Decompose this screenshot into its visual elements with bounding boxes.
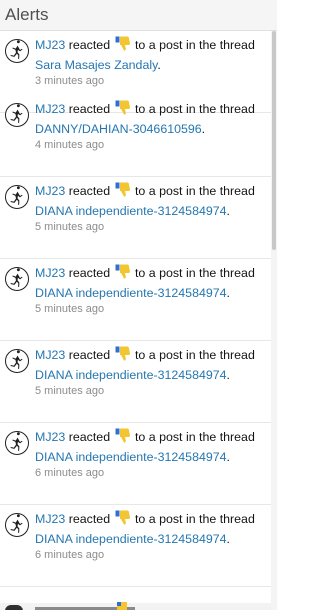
- alerts-header: Alerts: [0, 0, 277, 31]
- alert-thread-link[interactable]: DIANA independiente-3124584974: [35, 450, 227, 464]
- scrollbar-thumb[interactable]: [272, 31, 276, 250]
- alert-timestamp: 6 minutes ago: [35, 467, 105, 479]
- partial-avatar: [5, 605, 23, 610]
- alert-middle-text: to a post in the thread: [131, 38, 255, 52]
- avatar[interactable]: [5, 267, 29, 291]
- alert-timestamp: 5 minutes ago: [35, 303, 105, 315]
- alert-text: MJ23 reacted to a post in the thread DAN…: [35, 100, 267, 152]
- alert-verb: reacted: [65, 102, 114, 116]
- alert-text: MJ23 reacted to a post in the thread Sar…: [35, 36, 267, 88]
- alert-user-link[interactable]: MJ23: [35, 38, 65, 52]
- alert-text: MJ23 reacted to a post in the thread DIA…: [35, 346, 267, 398]
- alert-verb: reacted: [65, 38, 114, 52]
- alert-verb: reacted: [65, 184, 114, 198]
- thumbs-down-icon: [115, 182, 131, 203]
- alert-user-link[interactable]: MJ23: [35, 348, 65, 362]
- alert-verb: reacted: [65, 266, 114, 280]
- alert-end: .: [226, 449, 230, 464]
- thumbs-down-icon: [115, 346, 131, 367]
- alert-item[interactable]: MJ23 reacted to a post in the thread DIA…: [0, 259, 271, 341]
- partial-thumbs-down-cuff: [117, 602, 121, 606]
- alert-user-link[interactable]: MJ23: [35, 184, 65, 198]
- thumbs-down-icon: [115, 100, 131, 121]
- avatar[interactable]: [5, 349, 29, 373]
- alert-verb: reacted: [65, 348, 114, 362]
- alert-verb: reacted: [65, 512, 114, 526]
- alert-user-link[interactable]: MJ23: [35, 512, 65, 526]
- alert-end: .: [226, 203, 230, 218]
- alert-end: .: [226, 367, 230, 382]
- thumbs-down-icon: [115, 510, 131, 531]
- alert-user-link[interactable]: MJ23: [35, 430, 65, 444]
- alert-thread-link[interactable]: DANNY/DAHIAN-3046610596: [35, 122, 202, 136]
- thumbs-down-icon: [115, 36, 131, 57]
- avatar[interactable]: [5, 185, 29, 209]
- alerts-title: Alerts: [5, 5, 49, 24]
- alert-user-link[interactable]: MJ23: [35, 266, 65, 280]
- alert-text: MJ23 reacted to a post in the thread DIA…: [35, 264, 267, 316]
- avatar[interactable]: [5, 513, 29, 537]
- thumbs-down-icon: [115, 428, 131, 449]
- thumbs-down-icon: [115, 264, 131, 285]
- avatar[interactable]: [5, 431, 29, 455]
- alert-item[interactable]: MJ23 reacted to a post in the thread DIA…: [0, 423, 271, 505]
- alert-item[interactable]: MJ23 reacted to a post in the thread DAN…: [0, 95, 271, 177]
- avatar[interactable]: [5, 103, 29, 127]
- alert-user-link[interactable]: MJ23: [35, 102, 65, 116]
- avatar[interactable]: [5, 39, 29, 63]
- alert-text: MJ23 reacted to a post in the thread DIA…: [35, 182, 267, 234]
- alert-thread-link[interactable]: DIANA independiente-3124584974: [35, 532, 227, 546]
- alert-text: MJ23 reacted to a post in the thread DIA…: [35, 428, 267, 480]
- alert-thread-link[interactable]: DIANA independiente-3124584974: [35, 204, 227, 218]
- alert-end: .: [157, 57, 161, 72]
- alert-thread-link[interactable]: Sara Masajes Zandaly: [35, 58, 157, 72]
- alert-timestamp: 5 minutes ago: [35, 221, 105, 233]
- alert-verb: reacted: [65, 430, 114, 444]
- alert-timestamp: 6 minutes ago: [35, 549, 105, 561]
- alert-end: .: [226, 285, 230, 300]
- alert-item[interactable]: MJ23 reacted to a post in the thread DIA…: [0, 177, 271, 259]
- alert-item[interactable]: MJ23 reacted to a post in the thread DIA…: [0, 341, 271, 423]
- alert-thread-link[interactable]: DIANA independiente-3124584974: [35, 286, 227, 300]
- alert-middle-text: to a post in the thread: [131, 348, 255, 362]
- alert-middle-text: to a post in the thread: [131, 102, 255, 116]
- alert-text: MJ23 reacted to a post in the thread DIA…: [35, 510, 267, 562]
- alert-timestamp: 5 minutes ago: [35, 385, 105, 397]
- alert-timestamp: 3 minutes ago: [35, 75, 105, 87]
- alert-end: .: [226, 531, 230, 546]
- alert-end: .: [201, 121, 206, 136]
- alert-item[interactable]: MJ23 reacted to a post in the thread DIA…: [0, 505, 271, 587]
- alerts-panel: Alerts MJ23 reacted to a post in the thr…: [0, 0, 277, 610]
- alert-middle-text: to a post in the thread: [131, 512, 255, 526]
- alert-middle-text: to a post in the thread: [131, 266, 255, 280]
- alert-thread-link[interactable]: DIANA independiente-3124584974: [35, 368, 227, 382]
- next-alert-partial: [0, 601, 271, 610]
- alert-middle-text: to a post in the thread: [131, 184, 255, 198]
- alert-middle-text: to a post in the thread: [131, 430, 255, 444]
- alert-timestamp: 4 minutes ago: [35, 139, 105, 151]
